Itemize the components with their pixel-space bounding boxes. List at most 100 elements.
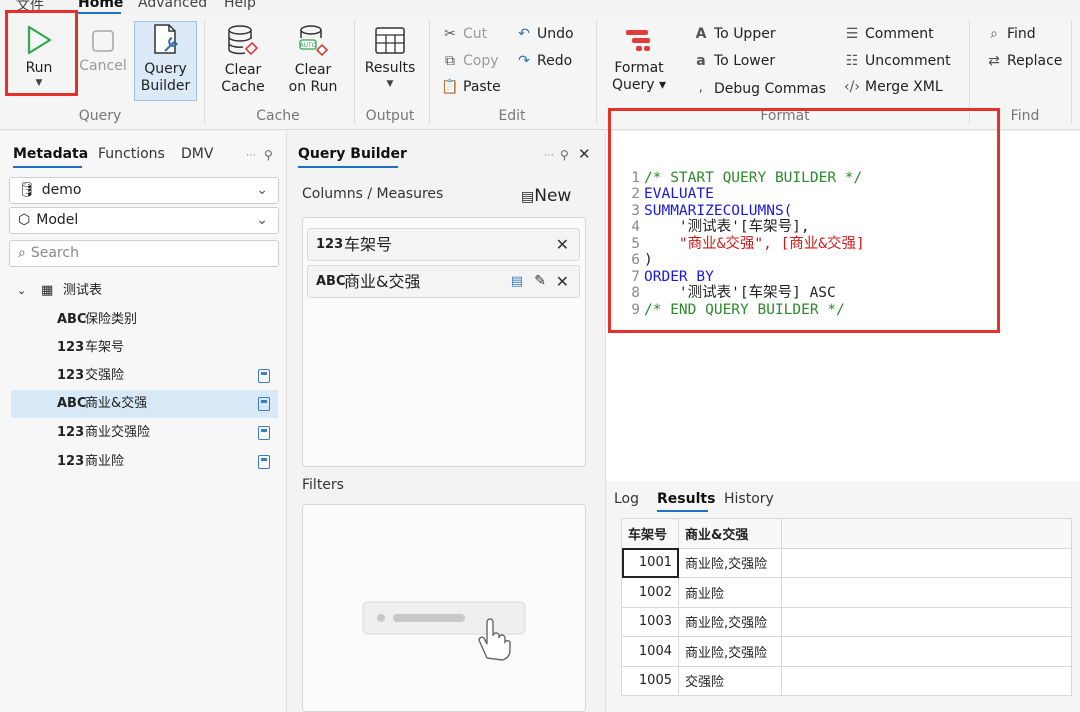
close-icon[interactable]: ✕ <box>578 145 591 163</box>
to-upper-button[interactable]: A To Upper <box>692 26 776 42</box>
tree-column-item[interactable]: 123 车架号 <box>11 334 278 362</box>
metadata-panel: Metadata Functions DMV ⋯ ⚲ 🛢 demo ⌄ ⬡ Mode… <box>0 131 287 712</box>
tab-functions[interactable]: Functions <box>98 146 165 162</box>
tree-table-node[interactable]: ⌄ ▦ 测试表 <box>11 277 278 305</box>
table-cell[interactable]: 商业险,交强险 <box>678 606 782 637</box>
tab-log[interactable]: Log <box>614 491 639 507</box>
calculator-icon <box>258 397 270 411</box>
edit-pencil-icon[interactable]: ✎ <box>534 266 546 297</box>
table-row[interactable]: 1002 商业险 <box>621 577 1072 608</box>
results-button[interactable]: Results ▼ <box>360 26 420 91</box>
table-row[interactable]: 1005 交强险 <box>621 665 1072 696</box>
pin-icon[interactable]: ⚲ <box>560 148 569 162</box>
column-header[interactable]: 商业&交强 <box>678 518 782 549</box>
empty-cell <box>781 636 1072 667</box>
close-icon[interactable]: ✕ <box>556 229 569 260</box>
chevron-down-icon[interactable]: ⌄ <box>17 277 26 305</box>
panel-menu-icon[interactable]: ⋯ <box>246 150 256 161</box>
query-builder-label-1: Query <box>144 61 187 77</box>
column-name: 商业险 <box>85 454 125 469</box>
clear-on-run-button[interactable]: AUTO Clear on Run <box>283 24 343 96</box>
table-cell[interactable]: 1005 <box>621 665 679 696</box>
clipboard-icon: 📋 <box>441 79 459 95</box>
to-lower-button[interactable]: a To Lower <box>692 53 775 69</box>
copy-label: Copy <box>463 53 499 69</box>
table-cell[interactable]: 商业险 <box>678 577 782 608</box>
tree-column-item-selected[interactable]: ABC 商业&交强 <box>11 390 278 418</box>
to-upper-label: To Upper <box>714 26 776 42</box>
text-type-icon: ABC <box>316 274 346 289</box>
debug-commas-icon: ⸴ <box>699 81 703 97</box>
empty-header <box>781 518 1072 549</box>
clear-on-run-label-2: on Run <box>288 79 338 95</box>
paste-button[interactable]: 📋 Paste <box>441 79 501 95</box>
pin-icon[interactable]: ⚲ <box>264 148 273 162</box>
tab-history[interactable]: History <box>724 491 774 507</box>
cut-label: Cut <box>463 26 488 42</box>
replace-button[interactable]: ⇄ Replace <box>985 53 1062 69</box>
results-table[interactable]: 车架号 商业&交强 1001 商业险,交强险 1002 商业险 1003 商业险… <box>621 518 1072 696</box>
tree-column-item[interactable]: ABC 保险类别 <box>11 306 278 334</box>
close-icon[interactable]: ✕ <box>556 266 569 297</box>
uppercase-icon: A <box>695 26 707 42</box>
clear-cache-button[interactable]: Clear Cache <box>213 24 273 96</box>
query-builder-button[interactable]: Query Builder <box>134 23 197 95</box>
menu-advanced[interactable]: Advanced <box>138 0 207 11</box>
qb-measure-chip[interactable]: ABC 商业&交强 ▤ ✎ ✕ <box>307 265 580 298</box>
filters-dropzone[interactable] <box>302 504 586 712</box>
column-name: 交强险 <box>85 368 125 383</box>
menu-home[interactable]: Home <box>78 0 123 11</box>
debug-commas-button[interactable]: ⸴ Debug Commas <box>692 79 826 98</box>
lowercase-icon: a <box>696 53 706 69</box>
search-input[interactable]: ⌕ Search <box>9 240 279 267</box>
new-measure-button[interactable]: ▤New <box>521 186 571 206</box>
table-row[interactable]: 1004 商业险,交强险 <box>621 636 1072 667</box>
tab-results[interactable]: Results <box>657 491 715 507</box>
results-dropdown-icon[interactable]: ▼ <box>360 77 420 91</box>
calculator-icon <box>258 426 270 440</box>
database-auto-clear-icon: AUTO <box>299 25 329 57</box>
database-icon: 🛢 <box>18 182 36 198</box>
replace-icon: ⇄ <box>988 53 1000 69</box>
undo-button[interactable]: ↶ Undo <box>515 26 573 42</box>
copy-button[interactable]: ⧉ Copy <box>441 53 499 69</box>
uncomment-button[interactable]: ☷ Uncomment <box>843 53 951 69</box>
separator <box>1071 20 1072 124</box>
menu-help[interactable]: Help <box>224 0 256 11</box>
panel-menu-icon[interactable]: ⋯ <box>544 150 554 161</box>
cut-button[interactable]: ✂ Cut <box>441 26 487 42</box>
model-dropdown[interactable]: ⬡ Model ⌄ <box>9 207 279 234</box>
format-query-button[interactable]: Format Query ▾ <box>606 26 672 94</box>
comment-button[interactable]: ☰ Comment <box>843 26 934 42</box>
group-label-cache: Cache <box>256 108 300 124</box>
table-cell[interactable]: 1002 <box>621 577 679 608</box>
new-measure-icon: ▤ <box>521 189 535 205</box>
column-header[interactable]: 车架号 <box>621 518 679 549</box>
search-placeholder: Search <box>30 245 79 261</box>
tree-column-item[interactable]: 123 商业交强险 <box>11 419 278 447</box>
table-cell[interactable]: 1001 <box>621 547 679 578</box>
database-dropdown[interactable]: 🛢 demo ⌄ <box>9 177 279 204</box>
scissors-icon: ✂ <box>444 26 456 42</box>
table-row[interactable]: 1001 商业险,交强险 <box>621 547 1072 578</box>
table-cell[interactable]: 1004 <box>621 636 679 667</box>
query-builder-title: Query Builder <box>298 146 407 162</box>
column-name: 保险类别 <box>85 312 138 327</box>
table-cell[interactable]: 商业险,交强险 <box>678 547 782 578</box>
redo-button[interactable]: ↷ Redo <box>515 53 572 69</box>
separator <box>204 20 205 124</box>
table-cell[interactable]: 商业险,交强险 <box>678 636 782 667</box>
tree-column-item[interactable]: 123 商业险 <box>11 448 278 476</box>
tree-column-item[interactable]: 123 交强险 <box>11 362 278 390</box>
table-row[interactable]: 1003 商业险,交强险 <box>621 606 1072 637</box>
tab-dmv[interactable]: DMV <box>181 146 213 162</box>
find-button[interactable]: ⌕ Find <box>985 26 1036 42</box>
table-cell[interactable]: 交强险 <box>678 665 782 696</box>
tab-metadata[interactable]: Metadata <box>13 146 88 162</box>
qb-column-chip[interactable]: 123 车架号 ✕ <box>307 228 580 261</box>
cancel-button[interactable]: Cancel <box>78 28 128 75</box>
cube-icon: ⬡ <box>18 212 31 228</box>
merge-xml-button[interactable]: ‹/› Merge XML <box>843 79 943 95</box>
table-cell[interactable]: 1003 <box>621 606 679 637</box>
calculator-icon <box>258 369 270 383</box>
